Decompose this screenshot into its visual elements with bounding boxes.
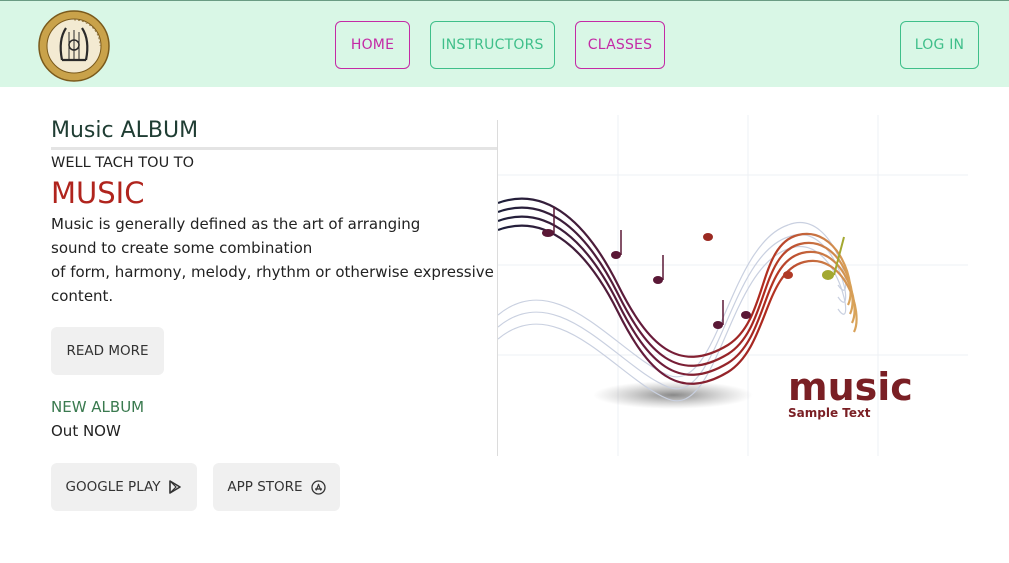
music-hero-image: music Sample Text	[498, 115, 968, 456]
out-now-label: Out NOW	[51, 422, 121, 440]
subtitle: WELL TACH TOU TO	[51, 155, 195, 171]
play-store-icon	[169, 480, 182, 494]
music-school-logo-icon[interactable]	[38, 10, 110, 82]
nav-instructors-button[interactable]: INSTRUCTORS	[430, 21, 555, 69]
hero-title: music	[788, 365, 913, 409]
nav-home-button[interactable]: HOME	[335, 21, 410, 69]
headline: MUSIC	[51, 176, 145, 210]
login-button[interactable]: LOG IN	[900, 21, 979, 69]
title-divider	[51, 147, 497, 150]
nav-classes-button[interactable]: CLASSES	[575, 21, 665, 69]
read-more-button[interactable]: READ MORE	[51, 327, 164, 375]
google-play-label: GOOGLE PLAY	[65, 479, 161, 495]
new-album-label: NEW ALBUM	[51, 398, 145, 416]
description: Music is generally defined as the art of…	[51, 212, 494, 308]
description-line: content.	[51, 287, 114, 305]
app-store-icon	[310, 479, 326, 495]
app-store-label: APP STORE	[227, 479, 303, 495]
description-line: sound to create some combination	[51, 239, 313, 257]
hero-subtitle: Sample Text	[788, 406, 871, 420]
section-title: Music ALBUM	[51, 118, 199, 143]
app-store-button[interactable]: APP STORE	[213, 463, 340, 511]
google-play-button[interactable]: GOOGLE PLAY	[51, 463, 197, 511]
description-line: Music is generally defined as the art of…	[51, 215, 421, 233]
read-more-label: READ MORE	[66, 343, 149, 359]
description-line: of form, harmony, melody, rhythm or othe…	[51, 263, 494, 281]
navbar: HOME INSTRUCTORS CLASSES LOG IN	[0, 0, 1009, 87]
